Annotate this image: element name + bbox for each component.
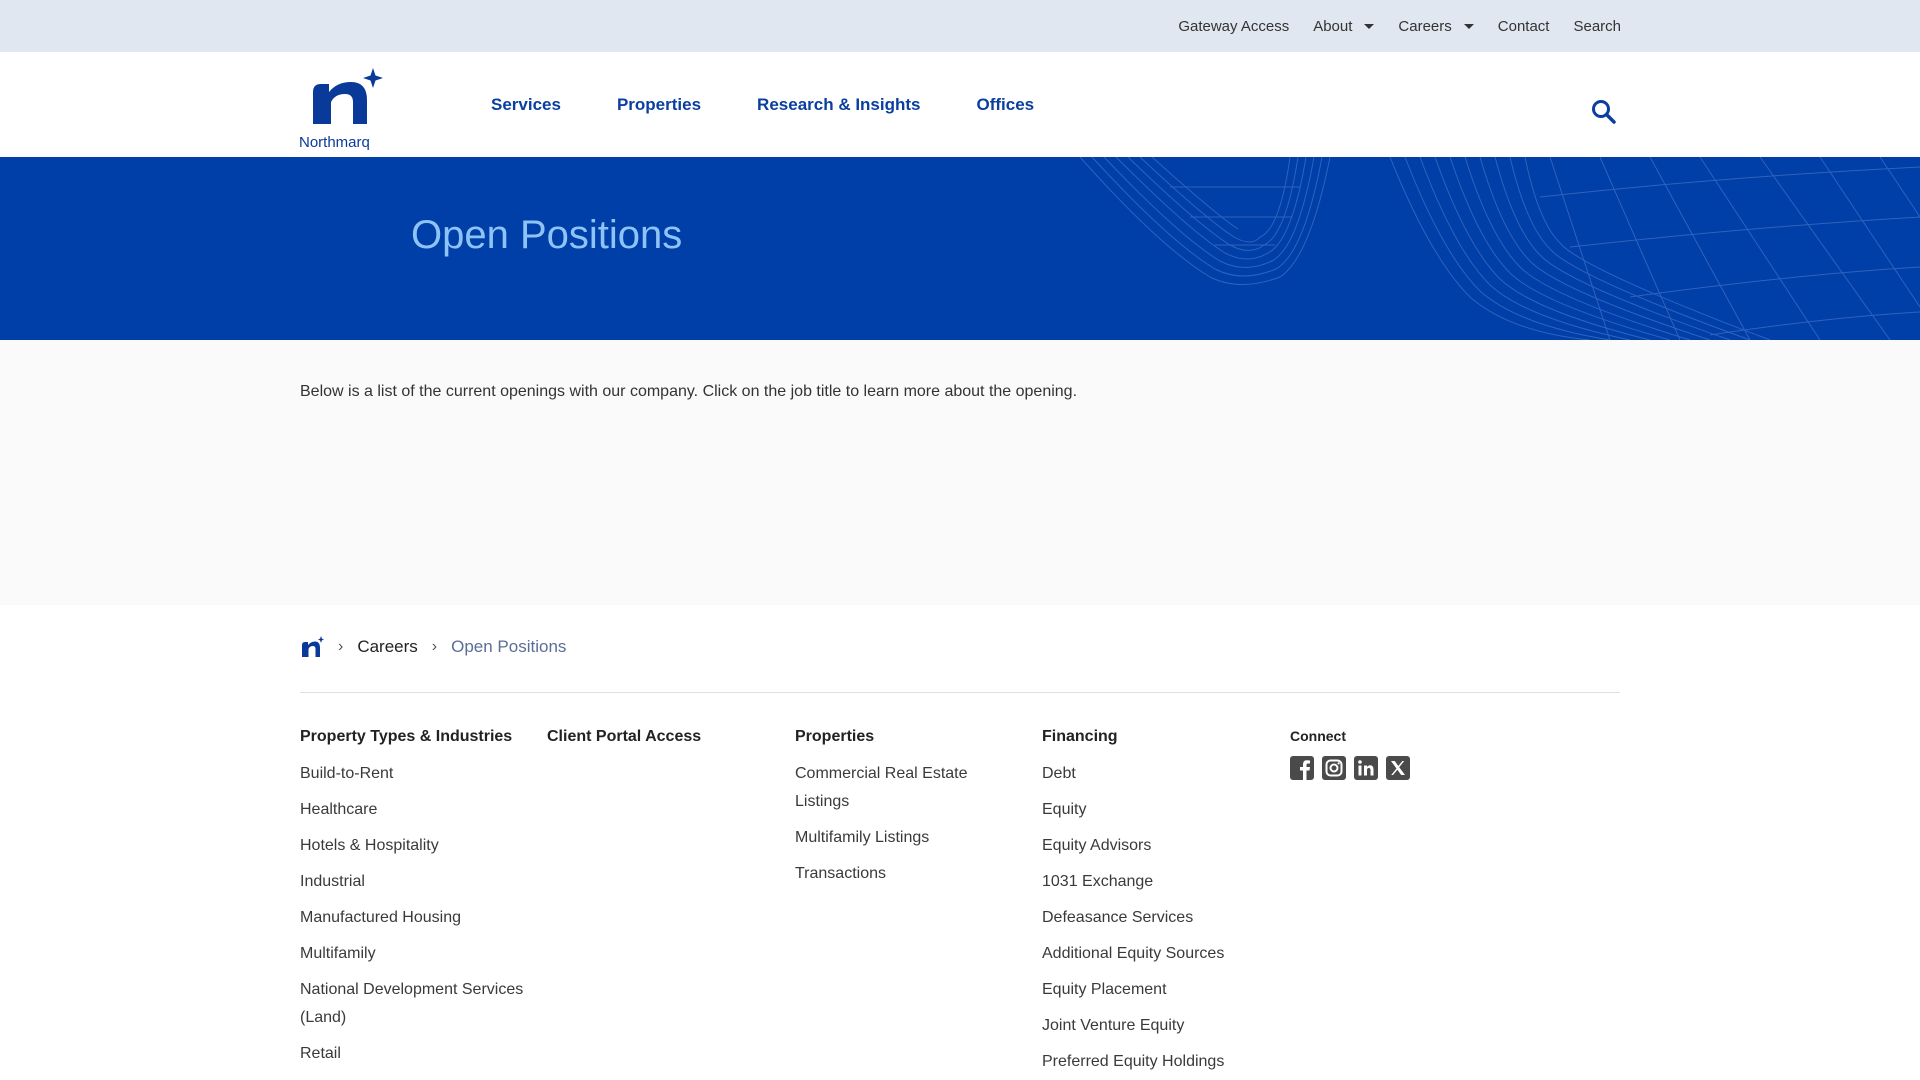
footer-heading-financing: Financing (1042, 728, 1118, 745)
footer-link[interactable]: Preferred Equity Holdings (1042, 1048, 1272, 1076)
page-title: Open Positions (411, 213, 683, 257)
footer-heading-properties: Properties (795, 728, 875, 745)
footer-link[interactable]: Debt (1042, 760, 1272, 788)
utility-about-label: About (1313, 17, 1353, 35)
utility-gateway-access[interactable]: Gateway Access (1178, 18, 1289, 35)
footer-column-financing: Financing Debt Equity Equity Advisors 10… (1042, 728, 1272, 1080)
utility-bar: Gateway Access About Careers Contact Sea… (0, 0, 1920, 52)
footer-column-property-types: Property Types & Industries Build-to-Ren… (300, 728, 530, 1076)
footer-column-properties: Properties Commercial Real Estate Listin… (795, 728, 995, 896)
main-header: Northmarq Services Properties Research &… (0, 52, 1920, 157)
utility-search-label: Search (1573, 17, 1621, 35)
footer-link[interactable]: Defeasance Services (1042, 904, 1272, 932)
breadcrumb-current: Open Positions (451, 637, 567, 656)
nav-properties[interactable]: Properties (617, 95, 701, 115)
footer-column-client-portal: Client Portal Access (547, 728, 777, 760)
footer-link[interactable]: Healthcare (300, 796, 530, 824)
social-links (1290, 756, 1520, 780)
northmarq-logo[interactable]: Northmarq (299, 62, 394, 151)
utility-contact[interactable]: Contact (1498, 18, 1550, 35)
chevron-right-icon: › (431, 638, 438, 655)
chevron-right-icon: › (338, 638, 344, 655)
breadcrumb: › Careers › Open Positions (300, 632, 566, 662)
utility-gateway-access-label: Gateway Access (1178, 17, 1290, 35)
footer-heading-connect: Connect (1290, 728, 1346, 744)
footer-link[interactable]: Multifamily (300, 940, 530, 968)
utility-careers[interactable]: Careers (1398, 17, 1474, 35)
utility-careers-label: Careers (1398, 17, 1452, 35)
utility-contact-label: Contact (1497, 17, 1550, 35)
northmarq-logo-mark (313, 68, 383, 124)
footer-link[interactable]: Manufactured Housing (300, 904, 530, 932)
utility-nav: Gateway Access About Careers Contact Sea… (1178, 0, 1621, 52)
search-button[interactable] (1590, 98, 1618, 126)
hero-banner: Open Positions (0, 157, 1920, 340)
footer-link[interactable]: Transactions (795, 860, 995, 888)
main-nav: Services Properties Research & Insights … (491, 52, 1034, 157)
footer-link[interactable]: Multifamily Listings (795, 824, 995, 852)
x-icon[interactable] (1386, 756, 1410, 780)
footer-link[interactable]: Equity (1042, 796, 1272, 824)
caret-down-icon (1364, 24, 1375, 29)
nav-services[interactable]: Services (491, 95, 561, 115)
footer-link[interactable]: Commercial Real Estate Listings (795, 760, 995, 816)
instagram-icon[interactable] (1322, 756, 1346, 780)
footer-link[interactable]: Joint Venture Equity (1042, 1012, 1272, 1040)
footer-heading-property-types: Property Types & Industries (300, 728, 513, 745)
facebook-icon[interactable] (1290, 756, 1314, 780)
footer-link[interactable]: Industrial (300, 868, 530, 896)
caret-down-icon (1463, 24, 1474, 29)
footer-divider (300, 692, 1620, 693)
utility-search[interactable]: Search (1573, 18, 1621, 35)
utility-about[interactable]: About (1313, 17, 1375, 35)
footer-heading-client-portal[interactable]: Client Portal Access (547, 728, 777, 746)
footer-link[interactable]: Equity Placement (1042, 976, 1272, 1004)
nav-offices[interactable]: Offices (977, 95, 1035, 115)
content-area: Below is a list of the current openings … (0, 340, 1920, 605)
northmarq-n-icon[interactable] (300, 635, 324, 659)
nav-research-insights[interactable]: Research & Insights (757, 95, 920, 115)
footer-link[interactable]: 1031 Exchange (1042, 868, 1272, 896)
footer-link[interactable]: Retail (300, 1040, 530, 1068)
intro-text: Below is a list of the current openings … (300, 383, 1078, 400)
wave-grid-pattern (1079, 157, 1920, 340)
footer-link[interactable]: Equity Advisors (1042, 832, 1272, 860)
footer-link[interactable]: Additional Equity Sources (1042, 940, 1272, 968)
footer-link[interactable]: Build-to-Rent (300, 760, 530, 788)
breadcrumb-careers[interactable]: Careers (357, 637, 417, 657)
footer-column-connect: Connect (1290, 728, 1520, 780)
linkedin-icon[interactable] (1354, 756, 1378, 780)
search-icon (1592, 100, 1616, 124)
logo-wordmark: Northmarq (299, 134, 370, 151)
footer-link[interactable]: National Development Services (Land) (300, 976, 530, 1032)
footer-link[interactable]: Hotels & Hospitality (300, 832, 530, 860)
